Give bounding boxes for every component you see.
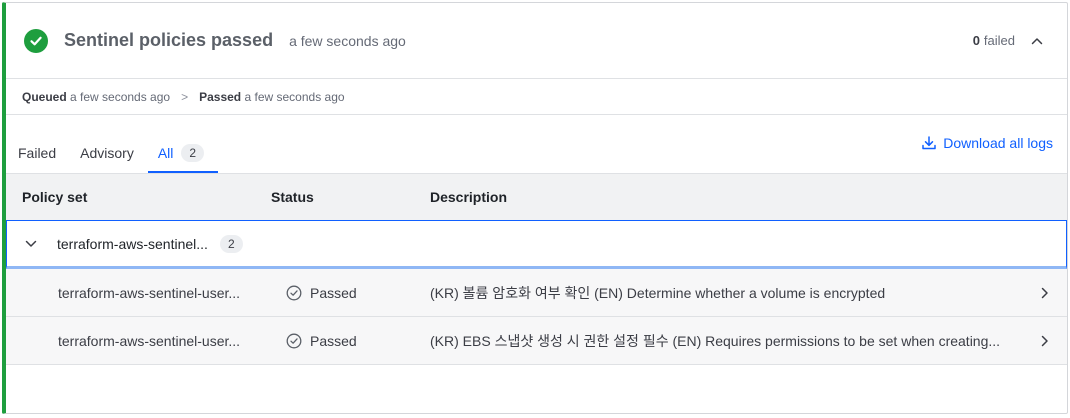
tab-failed[interactable]: Failed	[18, 139, 68, 173]
policy-check-card: Sentinel policies passed a few seconds a…	[2, 2, 1068, 414]
failed-count: 0	[972, 33, 980, 48]
run-timeline: Queued a few seconds ago > Passed a few …	[6, 79, 1067, 115]
download-all-logs-link[interactable]: Download all logs	[921, 135, 1053, 151]
status-text: Passed	[310, 332, 357, 349]
queued-time: a few seconds ago	[70, 89, 171, 104]
chevron-down-icon	[25, 240, 39, 248]
policy-name: terraform-aws-sentinel-user...	[58, 332, 241, 349]
policy-set-group-row[interactable]: terraform-aws-sentinel... 2	[6, 220, 1067, 269]
status-cell: Passed	[271, 333, 430, 349]
check-circle-outline-icon	[286, 333, 302, 348]
table-row[interactable]: terraform-aws-sentinel-user... Passed (K…	[6, 269, 1067, 317]
tab-bar: Failed Advisory All 2 Download all logs	[6, 115, 1067, 173]
download-label: Download all logs	[943, 135, 1053, 151]
table-header: Policy set Status Description	[6, 173, 1067, 220]
passed-time: a few seconds ago	[244, 89, 345, 104]
tab-label: All	[157, 145, 174, 161]
column-header-description: Description	[430, 189, 508, 205]
check-circle-outline-icon	[286, 285, 302, 300]
tab-all[interactable]: All 2	[147, 139, 219, 173]
group-count-badge: 2	[219, 234, 243, 253]
queued-label: Queued	[22, 89, 67, 104]
policy-name: terraform-aws-sentinel-user...	[58, 284, 241, 301]
column-header-status: Status	[271, 189, 314, 205]
passed-label: Passed	[199, 89, 242, 104]
timeline-separator: >	[181, 89, 189, 104]
failed-summary: 0 failed	[973, 33, 1067, 49]
group-name: terraform-aws-sentinel...	[57, 235, 208, 252]
status-text: Passed	[310, 284, 357, 301]
tab-label: Advisory	[80, 145, 134, 161]
tab-advisory[interactable]: Advisory	[80, 139, 146, 173]
policy-description: (KR) 볼륨 암호화 여부 확인 (EN) Determine whether…	[430, 284, 886, 301]
collapse-button[interactable]	[1029, 33, 1045, 49]
status-cell: Passed	[271, 285, 430, 301]
chevron-right-icon[interactable]	[1023, 335, 1067, 347]
check-circle-icon	[24, 28, 48, 53]
chevron-right-icon[interactable]	[1023, 287, 1067, 299]
policy-description: (KR) EBS 스냅샷 생성 시 권한 설정 필수 (EN) Requires…	[430, 332, 1001, 349]
download-icon	[922, 136, 937, 150]
failed-label: failed	[983, 33, 1015, 48]
header-timestamp: a few seconds ago	[289, 32, 406, 49]
column-header-policy-set: Policy set	[22, 189, 88, 205]
table-row[interactable]: terraform-aws-sentinel-user... Passed (K…	[6, 317, 1067, 365]
card-header: Sentinel policies passed a few seconds a…	[6, 3, 1067, 79]
chevron-up-icon	[1031, 37, 1043, 44]
page-title: Sentinel policies passed	[64, 30, 274, 50]
tab-count-badge: 2	[181, 144, 205, 162]
tab-label: Failed	[18, 145, 57, 161]
